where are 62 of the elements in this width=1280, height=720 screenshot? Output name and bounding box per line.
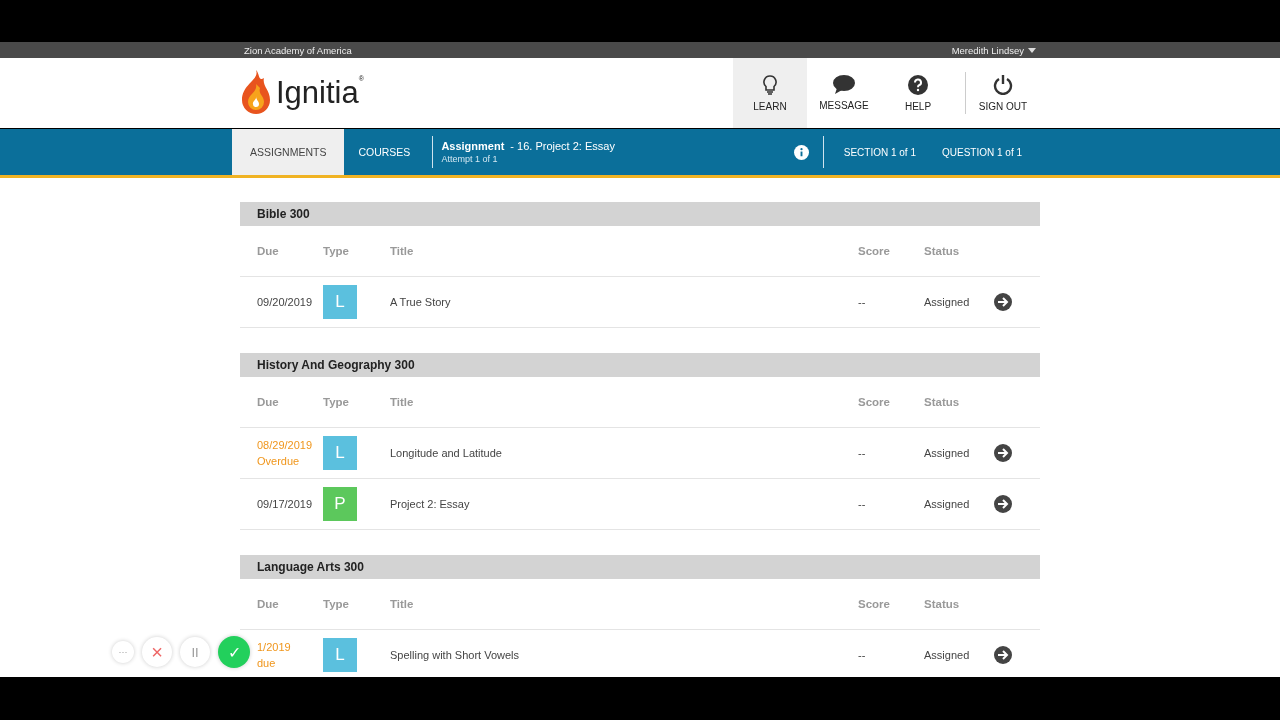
status-cell-text: Assigned <box>924 447 971 459</box>
column-header: Status <box>924 396 961 408</box>
course-header: History And Geography 300 <box>240 353 1040 377</box>
column-header: Status <box>924 245 961 257</box>
column-header: Status <box>924 598 961 610</box>
progress-label: QUESTION 1 of 1 <box>941 146 1022 158</box>
assignment-title: Longitude and Latitude <box>390 447 503 459</box>
overdue-label: Overdue <box>257 455 301 467</box>
assignment-label: Assignment <box>441 140 505 152</box>
arrow-right-icon[interactable] <box>994 444 1012 462</box>
status-cell-text: Assigned <box>924 296 971 308</box>
column-header: Score <box>858 245 891 257</box>
assignment-title: Spelling with Short Vowels <box>390 649 520 661</box>
due-date: 08/29/2019 <box>257 439 314 451</box>
column-header: Title <box>390 396 415 408</box>
flame-logo-icon <box>240 70 272 116</box>
column-header: Title <box>390 598 415 610</box>
user-menu[interactable]: Meredith Lindsey <box>951 44 1036 56</box>
course-header: Bible 300 <box>240 202 1040 226</box>
arrow-right-icon[interactable] <box>994 646 1012 664</box>
status-cell-text: Assigned <box>924 649 971 661</box>
course-header: Language Arts 300 <box>240 555 1040 579</box>
nav-tab[interactable]: COURSES <box>344 129 425 175</box>
type-badge: L <box>323 285 357 319</box>
lightbulb-icon <box>763 74 777 95</box>
nav-tab[interactable]: ASSIGNMENTS <box>232 129 345 175</box>
header-nav-button[interactable]: LEARN <box>733 58 807 128</box>
score-cell-text: -- <box>858 649 867 661</box>
column-header: Type <box>323 396 350 408</box>
due-date: 09/17/2019 <box>257 498 314 510</box>
score-cell-text: -- <box>858 447 867 459</box>
caret-icon <box>1028 47 1036 53</box>
school-name: Zion Academy of America <box>244 44 352 56</box>
assignment-title: A True Story <box>390 296 452 308</box>
due-date: 1/2019 <box>257 641 292 653</box>
speech-bubble-icon <box>833 75 855 94</box>
column-header: Title <box>390 245 415 257</box>
due-date: 09/20/2019 <box>257 296 314 308</box>
status-cell-text: Assigned <box>924 498 971 510</box>
score-cell-text: -- <box>858 296 867 308</box>
column-header: Due <box>257 245 280 257</box>
power-icon <box>993 74 1013 95</box>
progress-label: SECTION 1 of 1 <box>843 146 916 158</box>
column-header: Score <box>858 598 891 610</box>
column-header: Type <box>323 245 350 257</box>
column-header: Type <box>323 598 350 610</box>
info-icon[interactable] <box>793 144 809 160</box>
type-badge: L <box>323 436 357 470</box>
type-badge: P <box>323 487 357 521</box>
overdue-label: due <box>257 657 277 669</box>
type-badge: L <box>323 638 357 672</box>
score-cell-text: -- <box>858 498 867 510</box>
assignment-title: - 16. Project 2: Essay <box>510 140 615 152</box>
attempt-text: Attempt 1 of 1 <box>441 154 499 164</box>
assignment-title: Project 2: Essay <box>390 498 471 510</box>
logo-text: Ignitia$^{®}$ <box>276 75 364 111</box>
arrow-right-icon[interactable] <box>994 293 1012 311</box>
column-header: Due <box>257 598 280 610</box>
column-header: Score <box>858 396 891 408</box>
help-icon <box>908 74 928 95</box>
arrow-right-icon[interactable] <box>994 495 1012 513</box>
column-header: Due <box>257 396 280 408</box>
